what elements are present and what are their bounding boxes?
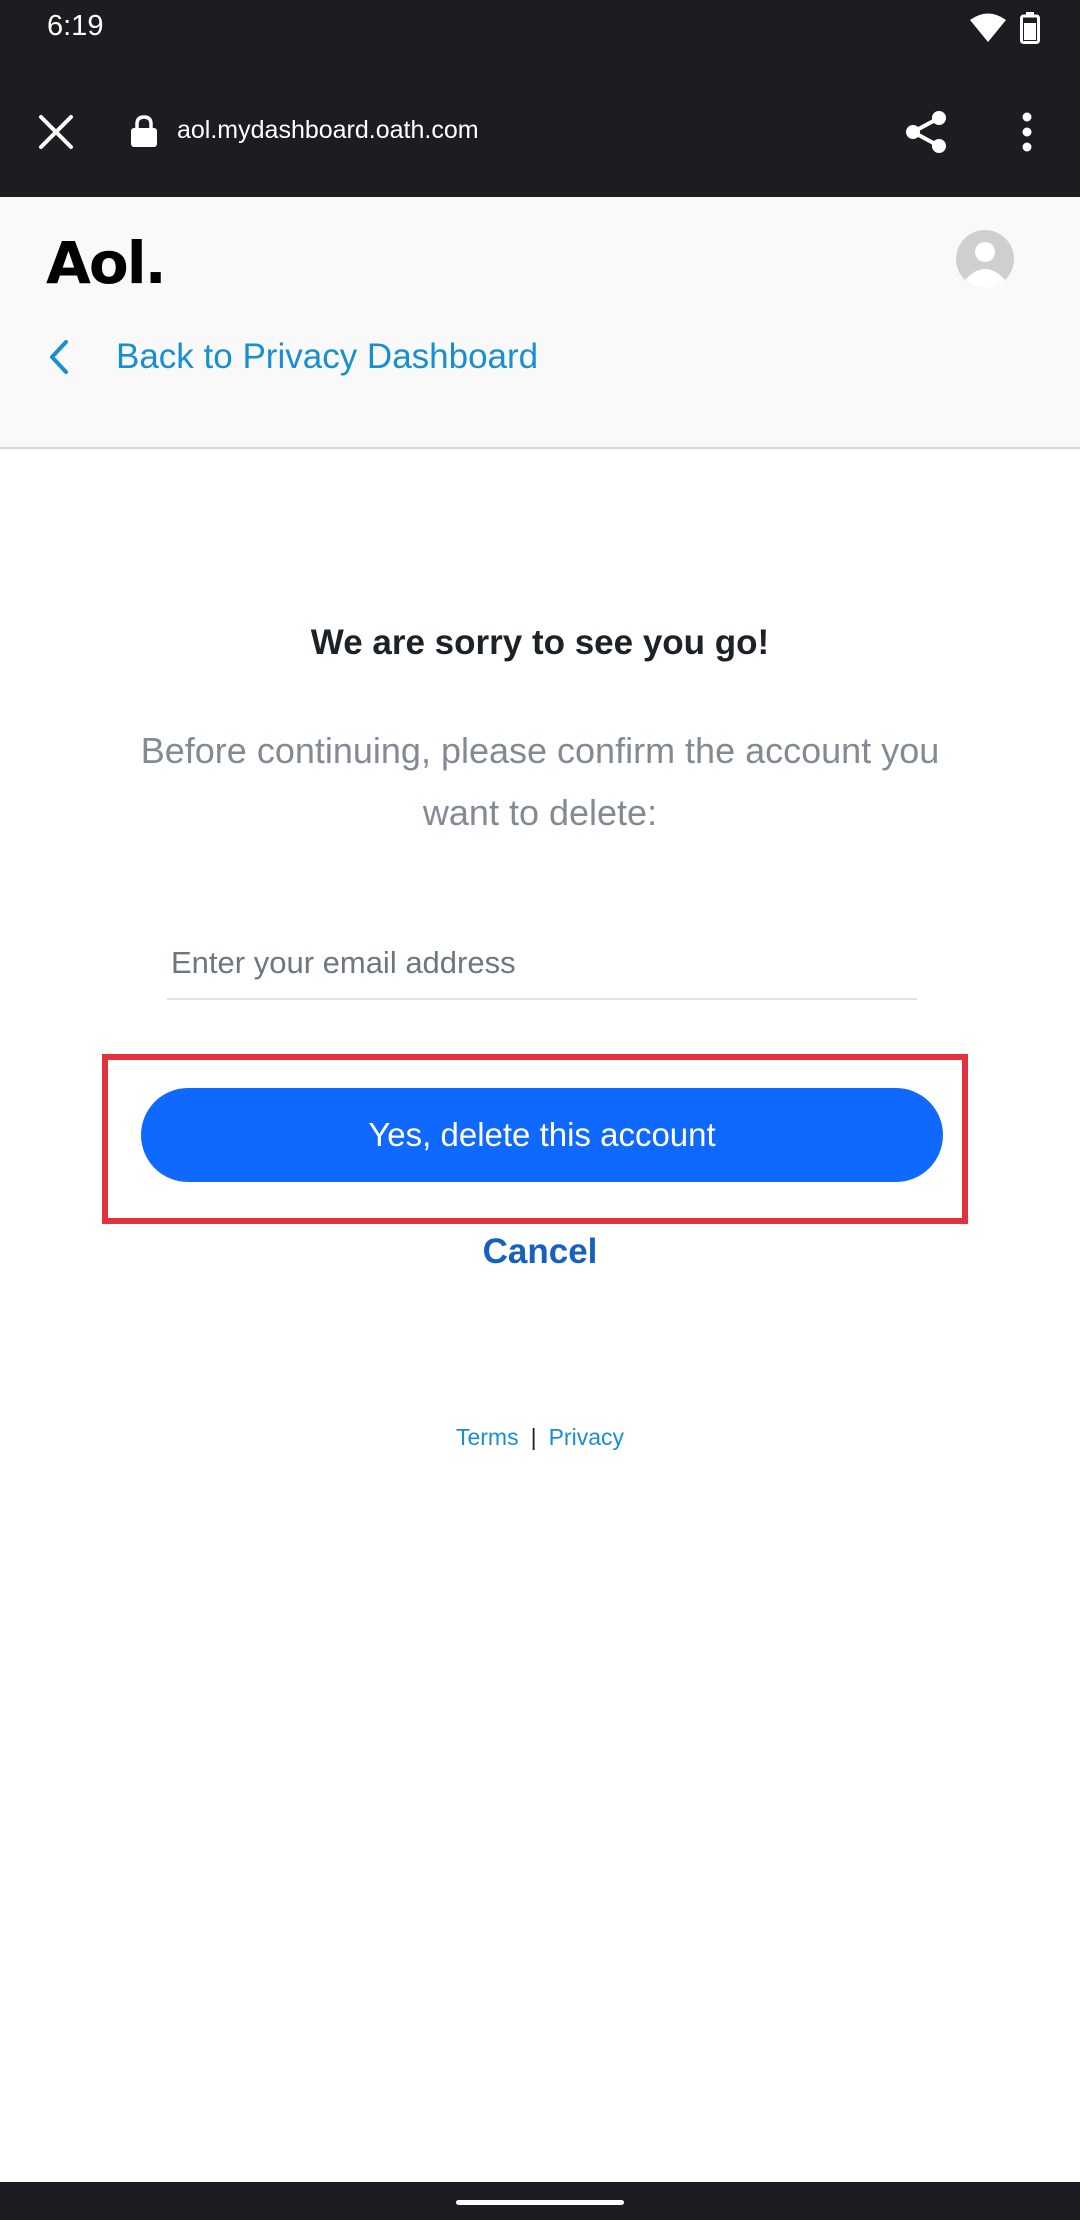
delete-account-button[interactable]: Yes, delete this account — [141, 1088, 943, 1182]
avatar[interactable] — [956, 230, 1014, 288]
back-to-privacy-dashboard-link[interactable]: Back to Privacy Dashboard — [48, 337, 538, 377]
more-vert-icon — [1022, 112, 1032, 152]
status-bar: 6:19 — [0, 0, 1080, 56]
more-options-button[interactable] — [1004, 106, 1050, 158]
status-time: 6:19 — [47, 10, 104, 42]
site-header: Aol. Back to Privacy Dashboard — [0, 197, 1080, 449]
aol-logo[interactable]: Aol. — [46, 229, 167, 297]
chevron-left-icon — [48, 337, 78, 377]
share-icon — [906, 111, 946, 153]
status-icons — [970, 12, 1040, 49]
browser-toolbar: aol.mydashboard.oath.com — [0, 56, 1080, 197]
footer-links: Terms | Privacy — [0, 1424, 1080, 1451]
terms-link[interactable]: Terms — [456, 1424, 519, 1450]
privacy-link[interactable]: Privacy — [549, 1424, 624, 1450]
close-button[interactable] — [34, 110, 78, 154]
close-icon — [39, 115, 73, 149]
share-button[interactable] — [900, 106, 952, 158]
cancel-link[interactable]: Cancel — [0, 1232, 1080, 1272]
back-link-label: Back to Privacy Dashboard — [116, 337, 539, 376]
wifi-icon — [970, 13, 1006, 48]
url-text[interactable]: aol.mydashboard.oath.com — [177, 116, 479, 145]
battery-icon — [1020, 12, 1040, 49]
confirm-description: Before continuing, please confirm the ac… — [140, 730, 940, 833]
email-input[interactable] — [167, 928, 917, 1000]
user-icon — [965, 242, 1005, 288]
lock-icon — [130, 114, 158, 153]
page-title: We are sorry to see you go! — [310, 623, 770, 662]
footer-separator: | — [530, 1424, 537, 1450]
home-gesture-handle[interactable] — [456, 2200, 624, 2205]
system-nav-bar — [0, 2182, 1080, 2220]
